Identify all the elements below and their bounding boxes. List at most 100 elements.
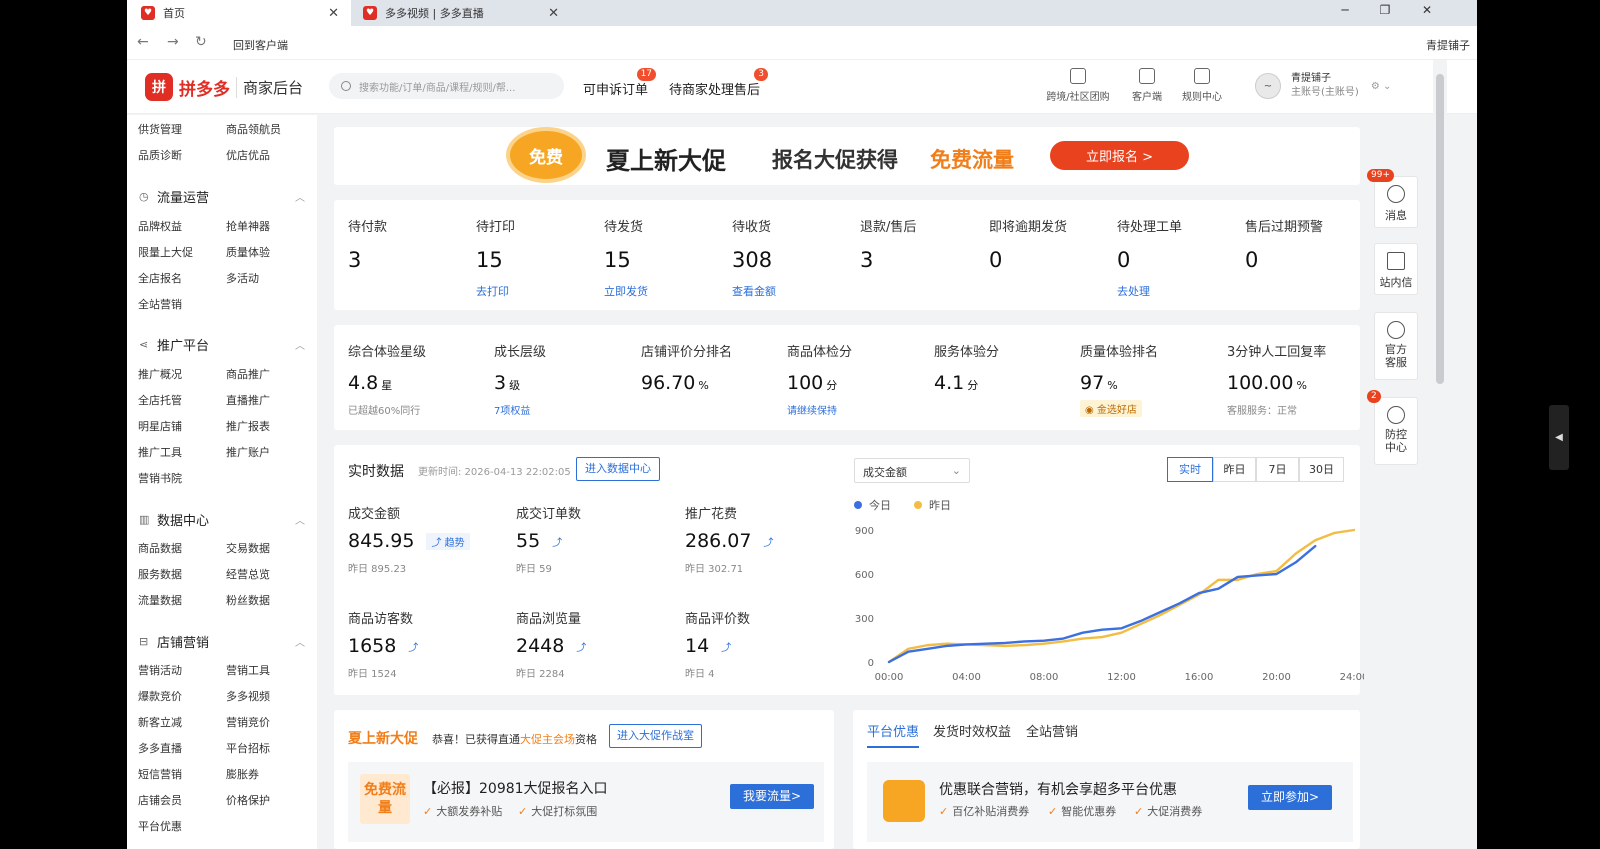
join-now-button[interactable]: 立即参加> — [1248, 785, 1332, 810]
sidebar-item[interactable]: 优店优品 — [226, 147, 270, 163]
sidebar-item[interactable]: 品牌权益 — [138, 218, 182, 234]
legend-yesterday[interactable]: 昨日 — [914, 497, 951, 513]
rules-center-button[interactable]: 规则中心 — [1177, 68, 1227, 103]
stat-aftersales-expiry[interactable]: 售后过期预警 0 — [1245, 216, 1373, 283]
stat-link[interactable]: 查看金额 — [732, 283, 860, 299]
sidebar-item[interactable]: 营销书院 — [138, 470, 182, 486]
sidebar-item[interactable]: 平台招标 — [226, 740, 270, 756]
sidebar-item[interactable]: 推广账户 — [226, 444, 270, 460]
sidebar-item[interactable]: 明星店铺 — [138, 418, 182, 434]
minimize-icon[interactable]: ─ — [1330, 0, 1360, 22]
sidebar-item[interactable]: 短信营销 — [138, 766, 182, 782]
sidebar-item[interactable]: 抢单神器 — [226, 218, 270, 234]
rt-pageviews[interactable]: 商品浏览量 2448 ⤴ 昨日 2284 — [516, 608, 666, 680]
stat-link[interactable]: 去处理 — [1117, 283, 1245, 299]
stat-tickets[interactable]: 待处理工单 0 去处理 — [1117, 216, 1245, 299]
legend-today[interactable]: 今日 — [854, 497, 891, 513]
metric-quality-rank[interactable]: 质量体验排名 97% ◉ 金选好店 — [1080, 341, 1226, 417]
tab-site-marketing[interactable]: 全站营销 — [1026, 721, 1078, 740]
sidebar-item[interactable]: 粉丝数据 — [226, 592, 270, 608]
float-service[interactable]: 官方客服 — [1374, 312, 1418, 380]
sidebar-item[interactable]: 推广报表 — [226, 418, 270, 434]
sidebar-item[interactable]: 推广工具 — [138, 444, 182, 460]
rt-visitors[interactable]: 商品访客数 1658 ⤴ 昨日 1524 — [348, 608, 498, 680]
logo[interactable]: 拼 拼多多 商家后台 — [145, 73, 303, 101]
sidebar-item[interactable]: 平台优惠 — [138, 818, 182, 834]
sidebar-item[interactable]: 营销活动 — [138, 662, 182, 678]
trend-icon[interactable]: ⤴ — [763, 534, 773, 549]
metric-review-rank[interactable]: 店铺评价分排名 96.70% — [641, 341, 787, 394]
sidebar-item[interactable]: 价格保护 — [226, 792, 270, 808]
rt-orders[interactable]: 成交订单数 55 ⤴ 昨日 59 — [516, 503, 666, 575]
metric-growth-level[interactable]: 成长层级 3级 7项权益 — [494, 341, 640, 417]
promo-banner[interactable]: 免费 夏上新大促 报名大促获得 免费流量 立即报名 > — [334, 127, 1360, 185]
sidebar-group-promotion[interactable]: ⋖ 推广平台 ︿ — [139, 335, 305, 354]
float-risk-center[interactable]: 2 防控中心 — [1367, 390, 1418, 465]
sidebar-item[interactable]: 直播推广 — [226, 392, 270, 408]
back-to-client-link[interactable]: 回到客户端 — [233, 37, 288, 53]
appealable-orders-link[interactable]: 可申诉订单 17 — [583, 68, 657, 98]
sidebar-item[interactable]: 全店报名 — [138, 270, 182, 286]
scrollbar[interactable] — [1433, 60, 1447, 849]
stat-overdue-soon[interactable]: 即将逾期发货 0 — [989, 216, 1117, 283]
tab-video[interactable]: ♥ 多多视频 | 多多直播 ✕ — [351, 0, 571, 26]
window-close-icon[interactable]: ✕ — [1412, 0, 1442, 22]
stat-pending-payment[interactable]: 待付款 3 — [348, 216, 476, 283]
sidebar-item[interactable]: 限量上大促 — [138, 244, 193, 260]
sidebar-item[interactable]: 经营总览 — [226, 566, 270, 582]
sidebar-item[interactable]: 营销竞价 — [226, 714, 270, 730]
pending-aftersales-link[interactable]: 待商家处理售后 3 — [669, 68, 769, 98]
sidebar-item[interactable]: 服务数据 — [138, 566, 182, 582]
rt-gmv[interactable]: 成交金额 845.95 ⤴ 趋势 昨日 895.23 — [348, 503, 498, 575]
war-room-button[interactable]: 进入大促作战室 — [609, 724, 702, 748]
sidebar-item[interactable]: 全店托管 — [138, 392, 182, 408]
sidebar-item[interactable]: 质量体验 — [226, 244, 270, 260]
sidebar-item[interactable]: 商品推广 — [226, 366, 270, 382]
sidebar-item[interactable]: 膨胀券 — [226, 766, 259, 782]
sidebar-group-traffic[interactable]: ◷ 流量运营 ︿ — [139, 187, 305, 206]
range-7d[interactable]: 7日 — [1256, 457, 1299, 482]
sidebar-item[interactable]: 新客立减 — [138, 714, 182, 730]
chevron-up-icon[interactable]: ︿ — [295, 512, 305, 527]
range-30d[interactable]: 30日 — [1299, 457, 1344, 482]
stat-pending-receive[interactable]: 待收货 308 查看金额 — [732, 216, 860, 299]
chevron-up-icon[interactable]: ︿ — [295, 634, 305, 649]
tab-shipping-rights[interactable]: 发货时效权益 — [933, 721, 1011, 740]
stat-pending-print[interactable]: 待打印 15 去打印 — [476, 216, 604, 299]
sidebar-group-marketing[interactable]: ⊟ 店铺营销 ︿ — [139, 632, 305, 651]
forward-icon[interactable]: → — [167, 34, 179, 50]
sidebar-item[interactable]: 推广概况 — [138, 366, 182, 382]
maximize-icon[interactable]: ❐ — [1370, 0, 1400, 22]
metric-select[interactable]: 成交金额 ⌄ — [854, 458, 970, 483]
sidebar-item[interactable]: 全站营销 — [138, 296, 182, 312]
reload-icon[interactable]: ↻ — [195, 34, 207, 50]
data-center-button[interactable]: 进入数据中心 — [576, 457, 660, 481]
get-traffic-button[interactable]: 我要流量> — [730, 784, 814, 809]
cross-border-button[interactable]: 跨境/社区团购 — [1041, 68, 1115, 103]
stat-pending-ship[interactable]: 待发货 15 立即发货 — [604, 216, 732, 299]
metric-experience-star[interactable]: 综合体验星级 4.8 星 已超越60%同行 — [348, 341, 494, 417]
sidebar-group-data[interactable]: ▥ 数据中心 ︿ — [139, 510, 305, 529]
trend-icon[interactable]: ⤴ — [408, 639, 418, 654]
sidebar-item[interactable]: 店铺会员 — [138, 792, 182, 808]
range-yesterday[interactable]: 昨日 — [1213, 457, 1256, 482]
tab-platform-discount[interactable]: 平台优惠 — [867, 721, 920, 748]
sidebar-item[interactable]: 爆款竞价 — [138, 688, 182, 704]
metric-product-check[interactable]: 商品体检分 100 分 请继续保持 — [787, 341, 933, 417]
rt-ad-spend[interactable]: 推广花费 286.07 ⤴ 昨日 302.71 — [685, 503, 835, 575]
sidebar-item[interactable]: 营销工具 — [226, 662, 270, 678]
trend-button[interactable]: ⤴ 趋势 — [426, 532, 470, 550]
close-icon[interactable]: ✕ — [548, 6, 559, 21]
sidebar-item[interactable]: 商品领航员 — [226, 121, 281, 137]
side-collapse-handle[interactable]: ◀ — [1549, 405, 1569, 470]
trend-icon[interactable]: ⤴ — [552, 534, 562, 549]
account-menu[interactable]: ~ 青提铺子 主账号(主账号) ⚙ ⌄ — [1255, 72, 1391, 100]
sidebar-item[interactable]: 交易数据 — [226, 540, 270, 556]
search-input[interactable]: 搜索功能/订单/商品/课程/规则/帮... — [329, 73, 564, 99]
trend-icon[interactable]: ⤴ — [721, 639, 731, 654]
float-messages[interactable]: 99+ 消息 — [1367, 169, 1418, 228]
chevron-up-icon[interactable]: ︿ — [295, 189, 305, 204]
trend-icon[interactable]: ⤴ — [576, 639, 586, 654]
sidebar-item[interactable]: 品质诊断 — [138, 147, 182, 163]
metric-reply-rate[interactable]: 3分钟人工回复率 100.00% 客服服务：正常 — [1227, 341, 1373, 417]
